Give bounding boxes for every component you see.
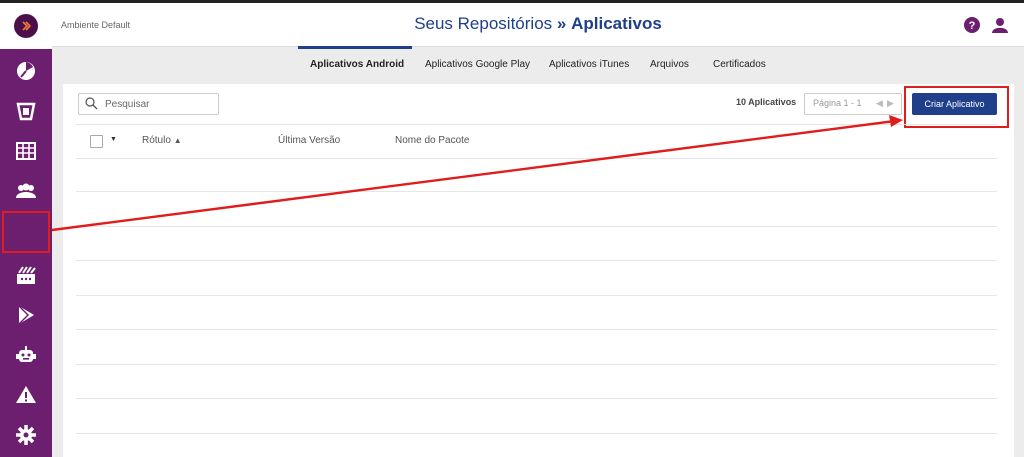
table-row[interactable] bbox=[76, 364, 997, 365]
select-all-checkbox[interactable] bbox=[90, 135, 103, 148]
google-play-icon bbox=[18, 305, 34, 325]
sidebar-item-devices[interactable] bbox=[0, 91, 52, 131]
sidebar-item-app-store[interactable] bbox=[0, 255, 52, 295]
sort-asc-icon: ▲ bbox=[173, 136, 182, 145]
title-main: Aplicativos bbox=[571, 14, 662, 33]
tab-android[interactable]: Aplicativos Android bbox=[310, 59, 404, 70]
sidebar-item-automation[interactable] bbox=[0, 335, 52, 375]
table-row[interactable] bbox=[76, 433, 997, 434]
sidebar-item-users[interactable] bbox=[0, 171, 52, 211]
column-label[interactable]: Rótulo ▲ bbox=[142, 135, 182, 146]
create-app-button[interactable]: Criar Aplicativo bbox=[912, 93, 997, 115]
app-store-icon bbox=[17, 266, 36, 284]
search-icon bbox=[85, 97, 98, 110]
warning-icon bbox=[16, 386, 36, 403]
app-count: 10 Aplicativos bbox=[736, 97, 797, 107]
pie-chart-icon bbox=[17, 62, 35, 80]
sidebar-item-repositories[interactable] bbox=[2, 211, 50, 253]
user-icon[interactable] bbox=[992, 17, 1008, 33]
tab-google-play[interactable]: Aplicativos Google Play bbox=[425, 59, 530, 70]
header: Ambiente Default Seus Repositórios » Apl… bbox=[52, 3, 1024, 47]
column-label-text: Rótulo bbox=[142, 135, 171, 146]
table-row[interactable] bbox=[76, 260, 997, 261]
sidebar-item-reports[interactable] bbox=[0, 131, 52, 171]
column-package-name[interactable]: Nome do Pacote bbox=[395, 135, 470, 146]
table-row[interactable] bbox=[76, 295, 997, 296]
title-prefix: Seus Repositórios bbox=[414, 14, 553, 33]
search-input[interactable] bbox=[103, 96, 217, 112]
next-page-icon[interactable]: ▶ bbox=[887, 98, 894, 109]
help-icon[interactable]: ? bbox=[964, 17, 980, 33]
table-row[interactable] bbox=[76, 398, 997, 399]
select-dropdown-icon[interactable]: ▼ bbox=[110, 136, 117, 143]
column-last-version[interactable]: Última Versão bbox=[278, 135, 340, 146]
inbox-download-icon bbox=[17, 223, 35, 241]
logo[interactable] bbox=[14, 14, 38, 38]
tab-files[interactable]: Arquivos bbox=[650, 59, 689, 70]
search-box bbox=[78, 93, 219, 115]
pagination: Página 1 - 1 ◀ ▶ bbox=[804, 93, 902, 115]
logo-icon bbox=[22, 21, 32, 31]
page-indicator: Página 1 - 1 bbox=[813, 98, 862, 108]
sidebar-item-dashboard[interactable] bbox=[0, 51, 52, 91]
robot-icon bbox=[16, 346, 36, 362]
main-panel: 10 Aplicativos Página 1 - 1 ◀ ▶ Criar Ap… bbox=[63, 84, 1014, 457]
table-row[interactable] bbox=[76, 329, 997, 330]
mobile-device-icon bbox=[16, 102, 36, 121]
page-title: Seus Repositórios » Aplicativos bbox=[52, 14, 1024, 34]
tab-active-indicator bbox=[298, 46, 412, 49]
tab-certificates[interactable]: Certificados bbox=[713, 59, 766, 70]
sidebar-item-settings[interactable] bbox=[0, 415, 52, 455]
sidebar-item-google-play[interactable] bbox=[0, 295, 52, 335]
gear-icon bbox=[16, 425, 36, 445]
table-row[interactable] bbox=[76, 191, 997, 192]
table-icon bbox=[16, 142, 36, 160]
sidebar-item-alerts[interactable] bbox=[0, 375, 52, 415]
tab-itunes[interactable]: Aplicativos iTunes bbox=[549, 59, 629, 70]
tab-bar: Aplicativos Android Aplicativos Google P… bbox=[52, 46, 1024, 84]
users-icon bbox=[16, 183, 36, 198]
prev-page-icon[interactable]: ◀ bbox=[876, 98, 883, 109]
title-separator: » bbox=[556, 14, 567, 33]
sidebar bbox=[0, 3, 52, 457]
svg-text:?: ? bbox=[969, 20, 976, 32]
table-row[interactable] bbox=[76, 226, 997, 227]
table-header: ▼ Rótulo ▲ Última Versão Nome do Pacote bbox=[76, 124, 997, 159]
